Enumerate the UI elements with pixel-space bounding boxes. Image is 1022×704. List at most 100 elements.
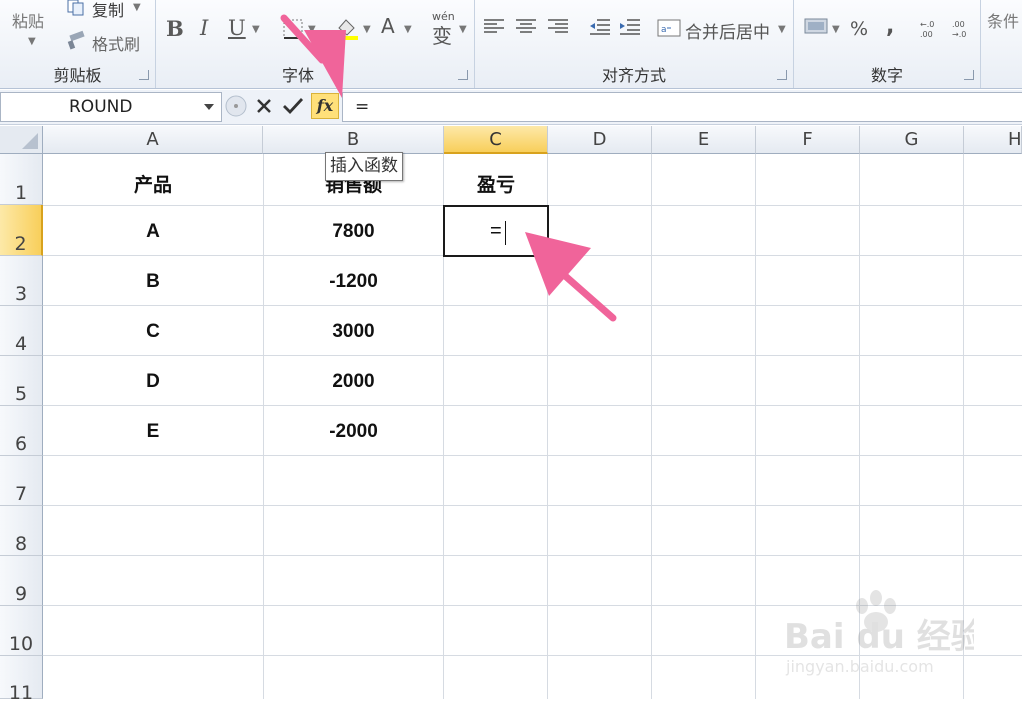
annotation-arrow-icon <box>280 14 346 98</box>
decrease-decimal-icon[interactable]: .00 →.0 <box>950 18 974 42</box>
fill-color-dropdown-icon[interactable]: ▼ <box>363 24 371 35</box>
cell-a5[interactable]: D <box>43 371 263 393</box>
row-number: 11 <box>8 682 34 704</box>
svg-text:←.0: ←.0 <box>920 20 934 29</box>
row-header-4[interactable]: 4 <box>0 306 43 356</box>
column-header-d[interactable]: D <box>548 126 652 154</box>
copy-button[interactable]: 复制 <box>92 0 124 21</box>
font-launcher-icon[interactable] <box>458 70 468 80</box>
column-header-a[interactable]: A <box>43 126 263 154</box>
align-center-icon[interactable] <box>515 18 537 40</box>
gridline <box>43 555 1022 556</box>
phonetic-button[interactable]: 变 <box>432 20 452 49</box>
formula-bar: ROUND fx = <box>0 90 1022 125</box>
align-right-icon[interactable] <box>547 18 569 40</box>
watermark: Bai du 经验 jingyan.baidu.com <box>784 588 985 678</box>
row-number: 10 <box>8 633 34 655</box>
alignment-group-label: 对齐方式 <box>601 66 666 85</box>
cell-b2[interactable]: 7800 <box>263 221 444 243</box>
increase-decimal-icon[interactable]: ←.0.00 <box>918 18 942 42</box>
row-header-7[interactable]: 7 <box>0 456 43 506</box>
cell-a3[interactable]: B <box>43 271 263 293</box>
underline-button[interactable]: U <box>228 16 246 40</box>
column-header-c[interactable]: C <box>444 126 548 154</box>
row-header-3[interactable]: 3 <box>0 256 43 306</box>
phonetic-dropdown-icon[interactable]: ▼ <box>459 24 467 35</box>
conditional-format-button[interactable]: 条件 <box>987 8 1019 32</box>
accounting-dropdown-icon[interactable]: ▼ <box>832 24 840 35</box>
italic-button[interactable]: I <box>200 16 208 40</box>
ribbon: 粘贴 ▼ 复制 ▼ 格式刷 剪贴板 B I U ▼ ▼ ▼ A ▼ wén 变 … <box>0 0 1022 89</box>
cell-a4[interactable]: C <box>43 321 263 343</box>
annotation-arrow-icon <box>525 232 617 322</box>
watermark-url: jingyan.baidu.com <box>785 657 934 676</box>
merge-dropdown-icon[interactable]: ▼ <box>778 24 786 35</box>
clipboard-group: 粘贴 ▼ 复制 ▼ 格式刷 剪贴板 <box>0 0 156 88</box>
row-header-11[interactable]: 11 <box>0 656 43 704</box>
cell-b3[interactable]: -1200 <box>263 271 444 293</box>
cell-a2[interactable]: A <box>43 221 263 243</box>
bold-button[interactable]: B <box>166 16 184 41</box>
select-all-icon <box>22 133 38 149</box>
column-header-b[interactable]: B <box>263 126 444 154</box>
row-number: 2 <box>14 233 27 255</box>
underline-dropdown-icon[interactable]: ▼ <box>252 24 260 35</box>
row-header-5[interactable]: 5 <box>0 356 43 406</box>
select-all-button[interactable] <box>0 126 43 154</box>
column-header-e[interactable]: E <box>652 126 756 154</box>
name-box-dropdown-icon[interactable] <box>204 104 214 110</box>
font-color-button[interactable]: A <box>381 14 395 38</box>
font-color-dropdown-icon[interactable]: ▼ <box>404 24 412 35</box>
column-header-g[interactable]: G <box>860 126 964 154</box>
paste-dropdown-icon[interactable]: ▼ <box>28 36 36 47</box>
row-header-10[interactable]: 10 <box>0 606 43 656</box>
row-number: 1 <box>14 182 28 204</box>
row-number: 5 <box>14 383 28 405</box>
accounting-format-icon[interactable] <box>804 16 830 42</box>
format-painter-button[interactable]: 格式刷 <box>92 31 140 55</box>
cell-c1[interactable]: 盈亏 <box>444 170 548 197</box>
align-left-icon[interactable] <box>483 18 505 40</box>
cell-a6[interactable]: E <box>43 421 263 443</box>
gridline <box>43 505 1022 506</box>
name-box[interactable]: ROUND <box>0 92 222 122</box>
row-header-8[interactable]: 8 <box>0 506 43 556</box>
merge-center-icon[interactable]: a <box>657 19 681 41</box>
gridline <box>43 405 1022 406</box>
copy-dropdown-icon[interactable]: ▼ <box>133 2 141 13</box>
row-header-2[interactable]: 2 <box>0 205 43 256</box>
row-number: 7 <box>14 483 28 505</box>
clipboard-launcher-icon[interactable] <box>139 70 149 80</box>
formula-bar-handle-icon[interactable] <box>224 94 248 118</box>
styles-group: 条件 <box>981 0 1022 88</box>
alignment-group: a 合并后居中 ▼ 对齐方式 <box>475 0 794 88</box>
cell-a1[interactable]: 产品 <box>43 170 263 197</box>
formula-input[interactable]: = <box>342 92 1022 122</box>
comma-button[interactable]: , <box>886 14 894 39</box>
column-header-h[interactable]: H <box>964 126 1022 154</box>
svg-text:a: a <box>661 25 667 35</box>
percent-button[interactable]: % <box>850 18 868 40</box>
clipboard-group-label: 剪贴板 <box>53 66 102 85</box>
number-group: ▼ % , ←.0.00 .00 →.0 数字 <box>794 0 981 88</box>
svg-text:.00: .00 <box>952 20 965 29</box>
watermark-logo-text: Bai du 经验 <box>784 617 974 657</box>
cell-b6[interactable]: -2000 <box>263 421 444 443</box>
row-header-6[interactable]: 6 <box>0 406 43 456</box>
cell-b4[interactable]: 3000 <box>263 321 444 343</box>
alignment-launcher-icon[interactable] <box>777 70 787 80</box>
merge-center-button[interactable]: 合并后居中 <box>685 18 770 43</box>
insert-function-tooltip: 插入函数 <box>325 152 403 181</box>
active-cell-value: = <box>490 220 502 242</box>
gridline <box>43 355 1022 356</box>
text-caret <box>505 221 506 245</box>
column-header-f[interactable]: F <box>756 126 860 154</box>
cell-b5[interactable]: 2000 <box>263 371 444 393</box>
number-launcher-icon[interactable] <box>964 70 974 80</box>
row-header-9[interactable]: 9 <box>0 556 43 606</box>
increase-indent-icon[interactable] <box>619 18 641 40</box>
decrease-indent-icon[interactable] <box>589 18 611 40</box>
row-header-1[interactable]: 1 <box>0 154 43 205</box>
paste-button[interactable]: 粘贴 <box>12 8 44 32</box>
row-number: 3 <box>14 283 28 305</box>
